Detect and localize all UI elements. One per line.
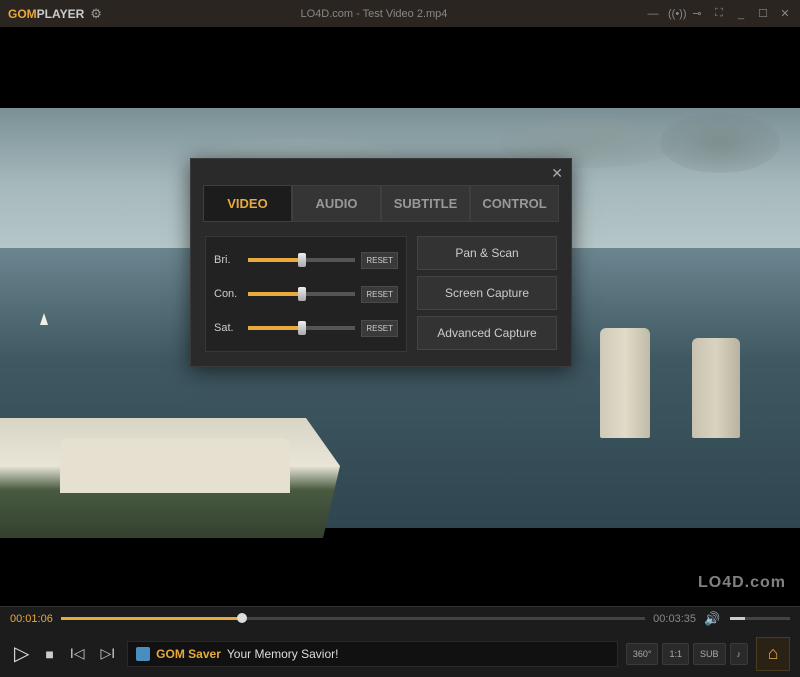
time-total: 00:03:35 <box>653 613 696 625</box>
settings-icon[interactable]: ⚙ <box>90 6 102 22</box>
right-button-group: 360° 1:1 SUB ♪ <box>626 643 748 665</box>
minimize-icon[interactable]: _ <box>734 8 748 20</box>
slider-thumb[interactable] <box>298 321 306 335</box>
info-ticker[interactable]: GOM Saver Your Memory Savior! <box>127 641 618 667</box>
home-button[interactable]: ⌂ <box>756 637 790 671</box>
home-icon: ⌂ <box>768 643 779 664</box>
window-title: LO4D.com - Test Video 2.mp4 <box>102 8 646 20</box>
signal-icon[interactable]: ((•)) <box>668 8 682 20</box>
subtitle-button[interactable]: SUB <box>693 643 726 665</box>
seek-bar[interactable] <box>61 617 645 620</box>
brightness-label: Bri. <box>214 254 242 266</box>
previous-button[interactable]: I◁ <box>66 641 89 666</box>
time-current: 00:01:06 <box>10 613 53 625</box>
advanced-capture-button[interactable]: Advanced Capture <box>417 316 557 350</box>
video-settings-panel: ✕ VIDEO AUDIO SUBTITLE CONTROL Bri. RESE… <box>190 158 572 367</box>
saturation-row: Sat. RESET <box>214 313 398 343</box>
tab-control[interactable]: CONTROL <box>470 185 559 222</box>
video-viewport[interactable]: ✕ VIDEO AUDIO SUBTITLE CONTROL Bri. RESE… <box>0 28 800 606</box>
saturation-label: Sat. <box>214 322 242 334</box>
volume-slider[interactable] <box>730 617 790 620</box>
slider-thumb[interactable] <box>298 253 306 267</box>
tab-video[interactable]: VIDEO <box>203 185 292 222</box>
title-bar: GOMPLAYER ⚙ LO4D.com - Test Video 2.mp4 … <box>0 0 800 28</box>
contrast-reset-button[interactable]: RESET <box>361 286 398 303</box>
logo-gom: GOM <box>8 7 37 21</box>
dash-icon[interactable]: — <box>646 8 660 20</box>
popup-tabs: VIDEO AUDIO SUBTITLE CONTROL <box>191 159 571 222</box>
vr360-button[interactable]: 360° <box>626 643 659 665</box>
slider-group: Bri. RESET Con. RESET Sat. RESET <box>205 236 407 352</box>
contrast-label: Con. <box>214 288 242 300</box>
contrast-row: Con. RESET <box>214 279 398 309</box>
pan-scan-button[interactable]: Pan & Scan <box>417 236 557 270</box>
saturation-slider[interactable] <box>248 326 355 330</box>
control-bar: ▷ ■ I◁ ▷I GOM Saver Your Memory Savior! … <box>0 630 800 677</box>
ticker-app-icon <box>136 647 150 661</box>
seek-fill <box>61 617 242 620</box>
audio-button[interactable]: ♪ <box>730 643 749 665</box>
stop-button[interactable]: ■ <box>41 642 57 666</box>
seek-thumb[interactable] <box>237 613 247 623</box>
maximize-icon[interactable]: ☐ <box>756 7 770 20</box>
watermark: LO4D.com <box>698 574 786 592</box>
tab-subtitle[interactable]: SUBTITLE <box>381 185 470 222</box>
app-logo: GOMPLAYER <box>8 7 84 21</box>
close-icon[interactable]: ✕ <box>778 7 792 20</box>
tab-audio[interactable]: AUDIO <box>292 185 381 222</box>
ticker-title: GOM Saver <box>156 647 221 661</box>
window-controls: — ((•)) ⊸ ⛶ _ ☐ ✕ <box>646 7 792 20</box>
play-button[interactable]: ▷ <box>10 637 33 670</box>
saturation-reset-button[interactable]: RESET <box>361 320 398 337</box>
popup-close-icon[interactable]: ✕ <box>551 165 563 182</box>
brightness-row: Bri. RESET <box>214 245 398 275</box>
ratio-button[interactable]: 1:1 <box>662 643 689 665</box>
contrast-slider[interactable] <box>248 292 355 296</box>
ticker-message: Your Memory Savior! <box>227 647 339 661</box>
pin-icon[interactable]: ⊸ <box>690 7 704 20</box>
fullscreen-icon[interactable]: ⛶ <box>712 7 726 20</box>
slider-thumb[interactable] <box>298 287 306 301</box>
timeline-bar: 00:01:06 00:03:35 🔊 <box>0 606 800 630</box>
screen-capture-button[interactable]: Screen Capture <box>417 276 557 310</box>
brightness-reset-button[interactable]: RESET <box>361 252 398 269</box>
popup-button-group: Pan & Scan Screen Capture Advanced Captu… <box>417 236 557 352</box>
logo-player: PLAYER <box>37 7 85 21</box>
popup-body: Bri. RESET Con. RESET Sat. RESET Pan & S… <box>191 222 571 366</box>
volume-icon[interactable]: 🔊 <box>704 611 722 627</box>
next-button[interactable]: ▷I <box>97 641 120 666</box>
brightness-slider[interactable] <box>248 258 355 262</box>
